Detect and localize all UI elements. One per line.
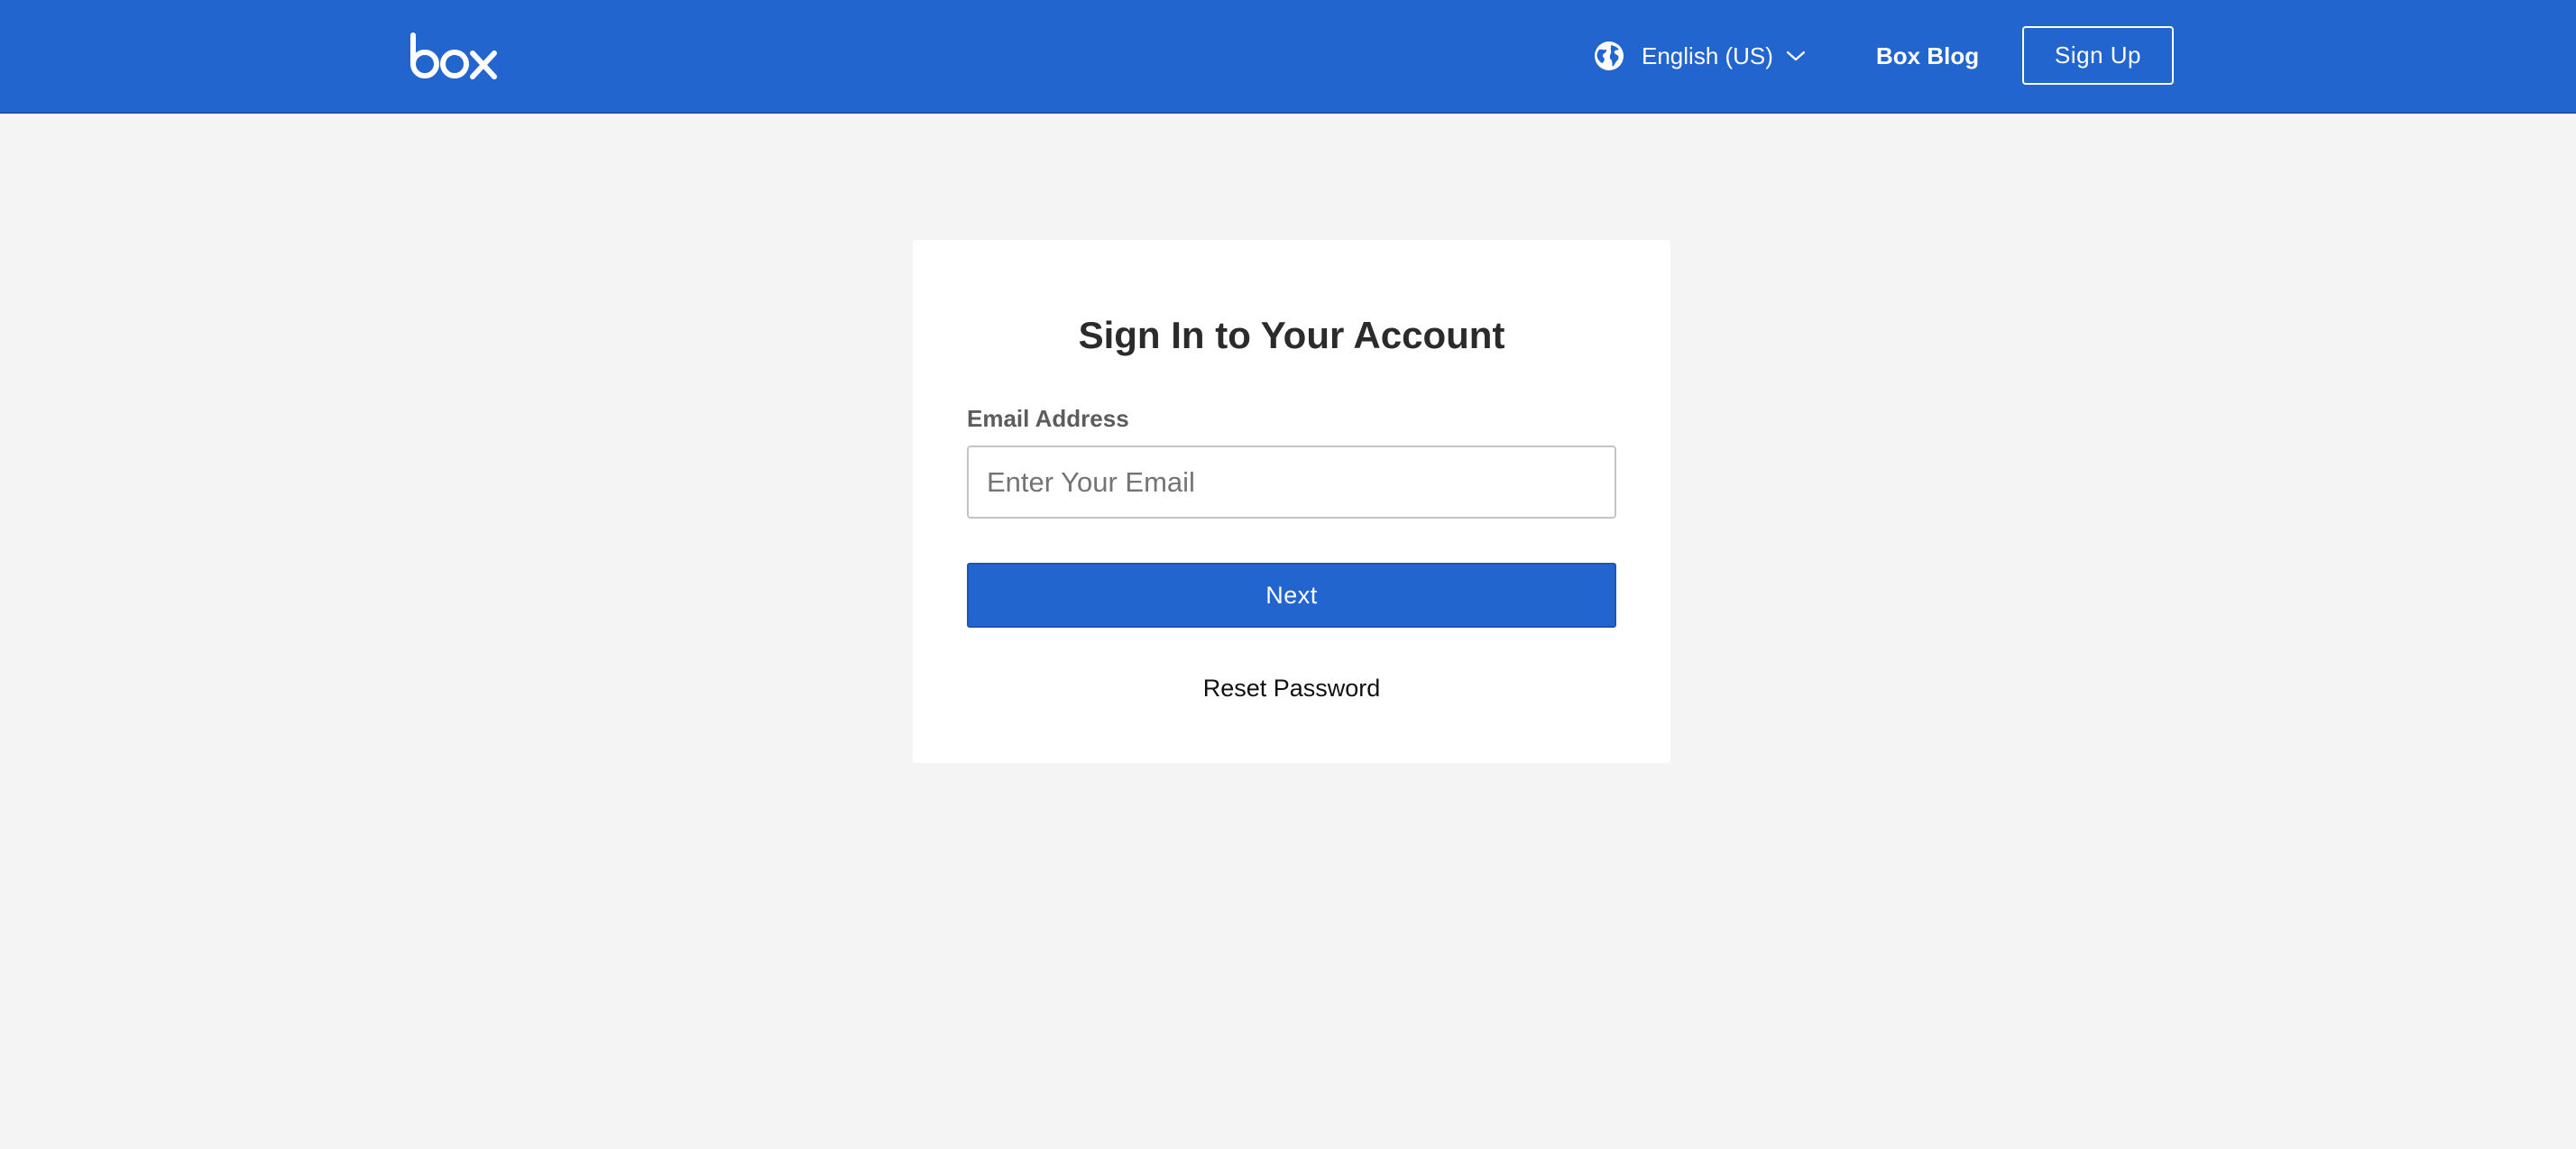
email-field[interactable] bbox=[967, 446, 1616, 519]
language-label: English (US) bbox=[1642, 41, 1773, 69]
reset-password-link[interactable]: Reset Password bbox=[913, 675, 1670, 703]
next-button[interactable]: Next bbox=[967, 563, 1616, 628]
top-nav-bar: English (US) Box Blog Sign Up bbox=[0, 0, 2576, 114]
page-title: Sign In to Your Account bbox=[1078, 314, 1505, 356]
language-selector[interactable]: English (US) bbox=[1593, 36, 1806, 76]
box-logo[interactable] bbox=[409, 32, 498, 81]
sign-up-button[interactable]: Sign Up bbox=[2022, 26, 2174, 85]
globe-icon bbox=[1593, 40, 1625, 72]
box-blog-link[interactable]: Box Blog bbox=[1876, 38, 1979, 74]
email-label: Email Address bbox=[967, 405, 1129, 432]
sign-in-card: Sign In to Your Account Email Address Ne… bbox=[913, 240, 1670, 763]
box-logo-icon bbox=[410, 32, 497, 79]
chevron-down-icon bbox=[1786, 50, 1806, 62]
